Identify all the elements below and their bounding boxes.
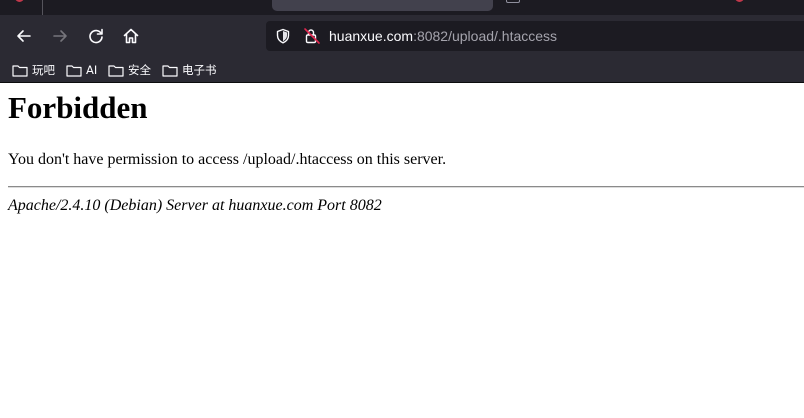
bookmarks-toolbar: 玩吧 AI 安全 电子书 — [0, 57, 804, 83]
forward-button[interactable] — [48, 24, 72, 48]
address-bar[interactable]: huanxue.com:8082/upload/.htaccess — [266, 21, 804, 51]
bookmark-label: 电子书 — [182, 63, 217, 77]
tracking-protection-shield-icon[interactable] — [275, 28, 291, 44]
reload-button[interactable] — [84, 24, 108, 48]
home-button[interactable] — [119, 24, 143, 48]
tab-strip — [0, 0, 804, 15]
folder-icon — [108, 64, 124, 77]
insecure-lock-icon[interactable] — [303, 27, 321, 45]
reload-icon — [89, 28, 103, 44]
tab-icon[interactable] — [506, 0, 520, 3]
bookmark-folder-1[interactable]: 玩吧 — [12, 61, 55, 79]
horizontal-rule — [8, 186, 804, 188]
bookmark-label: 玩吧 — [32, 63, 55, 77]
url-path: :8082/upload/.htaccess — [413, 28, 558, 44]
bookmark-label: 安全 — [128, 63, 151, 77]
navigation-toolbar: huanxue.com:8082/upload/.htaccess — [0, 15, 804, 57]
tab-favicon-right[interactable] — [735, 0, 744, 2]
page-title: Forbidden — [8, 90, 148, 125]
back-arrow-icon — [17, 30, 31, 42]
page-content: Forbidden You don't have permission to a… — [0, 84, 804, 418]
forward-arrow-icon — [53, 30, 67, 42]
folder-icon — [66, 64, 82, 77]
tab-divider — [42, 0, 43, 15]
tab-favicon[interactable] — [15, 0, 24, 2]
active-tab[interactable] — [272, 0, 493, 11]
bookmark-folder-4[interactable]: 电子书 — [162, 61, 217, 79]
bookmark-folder-2[interactable]: AI — [66, 61, 97, 79]
url-host: huanxue.com — [329, 28, 414, 44]
server-signature: Apache/2.4.10 (Debian) Server at huanxue… — [8, 197, 382, 214]
folder-icon — [12, 64, 28, 77]
url-text[interactable]: huanxue.com:8082/upload/.htaccess — [329, 28, 557, 44]
back-button[interactable] — [12, 24, 36, 48]
error-message: You don't have permission to access /upl… — [8, 151, 447, 168]
bookmark-label: AI — [86, 63, 98, 77]
bookmark-folder-3[interactable]: 安全 — [108, 61, 151, 79]
folder-icon — [162, 64, 178, 77]
home-icon — [123, 28, 139, 44]
